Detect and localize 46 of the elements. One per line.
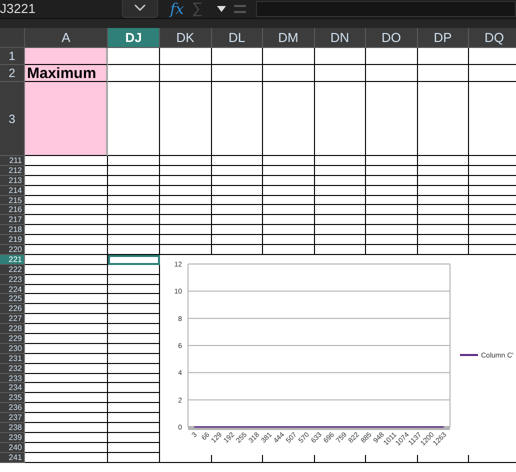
- row-header[interactable]: 219: [0, 235, 25, 246]
- row-header[interactable]: 216: [0, 205, 25, 216]
- row-header[interactable]: 235: [0, 393, 25, 404]
- row-header[interactable]: 220: [0, 245, 25, 255]
- name-box[interactable]: J3221: [0, 0, 122, 18]
- column-header[interactable]: DO: [366, 28, 418, 48]
- row-header[interactable]: 214: [0, 186, 25, 196]
- row-header[interactable]: 2: [0, 65, 25, 82]
- row-header[interactable]: 218: [0, 225, 25, 236]
- row-header[interactable]: 212: [0, 166, 25, 176]
- row-header[interactable]: 1: [0, 48, 25, 65]
- row-header[interactable]: 221: [0, 254, 25, 265]
- row-header[interactable]: 3: [0, 82, 25, 156]
- column-header[interactable]: A: [25, 28, 108, 48]
- column-header[interactable]: DQ: [469, 28, 516, 48]
- row-header[interactable]: 222: [0, 264, 25, 275]
- row-header[interactable]: 233: [0, 374, 25, 384]
- column-header[interactable]: DM: [263, 28, 314, 48]
- row-header[interactable]: 240: [0, 442, 25, 453]
- column-header[interactable]: DN: [314, 28, 366, 48]
- function-wizard-button[interactable]: fx: [170, 0, 184, 18]
- row-header[interactable]: 224: [0, 284, 25, 294]
- row-header[interactable]: 217: [0, 215, 25, 226]
- row-header[interactable]: 228: [0, 324, 25, 334]
- row-header[interactable]: 229: [0, 334, 25, 344]
- row-header[interactable]: 230: [0, 344, 25, 354]
- row-header[interactable]: 234: [0, 383, 25, 394]
- row-header[interactable]: 211: [0, 156, 25, 166]
- column-header[interactable]: DL: [212, 28, 263, 48]
- row-header[interactable]: 213: [0, 176, 25, 186]
- column-header[interactable]: DP: [418, 28, 469, 48]
- row-header[interactable]: 238: [0, 423, 25, 433]
- row-header[interactable]: 215: [0, 196, 25, 206]
- row-header[interactable]: 236: [0, 403, 25, 414]
- row-header[interactable]: 227: [0, 314, 25, 324]
- row-header[interactable]: 226: [0, 304, 25, 314]
- sheet-cell: Maximum: [25, 65, 108, 82]
- row-header[interactable]: 241: [0, 452, 25, 463]
- row-header[interactable]: 225: [0, 294, 25, 304]
- column-header[interactable]: DK: [160, 28, 212, 48]
- row-header[interactable]: 237: [0, 413, 25, 424]
- row-header[interactable]: 231: [0, 354, 25, 364]
- row-header[interactable]: 239: [0, 432, 25, 443]
- row-header[interactable]: 232: [0, 364, 25, 374]
- row-header[interactable]: 223: [0, 274, 25, 285]
- column-header[interactable]: DJ: [108, 28, 160, 48]
